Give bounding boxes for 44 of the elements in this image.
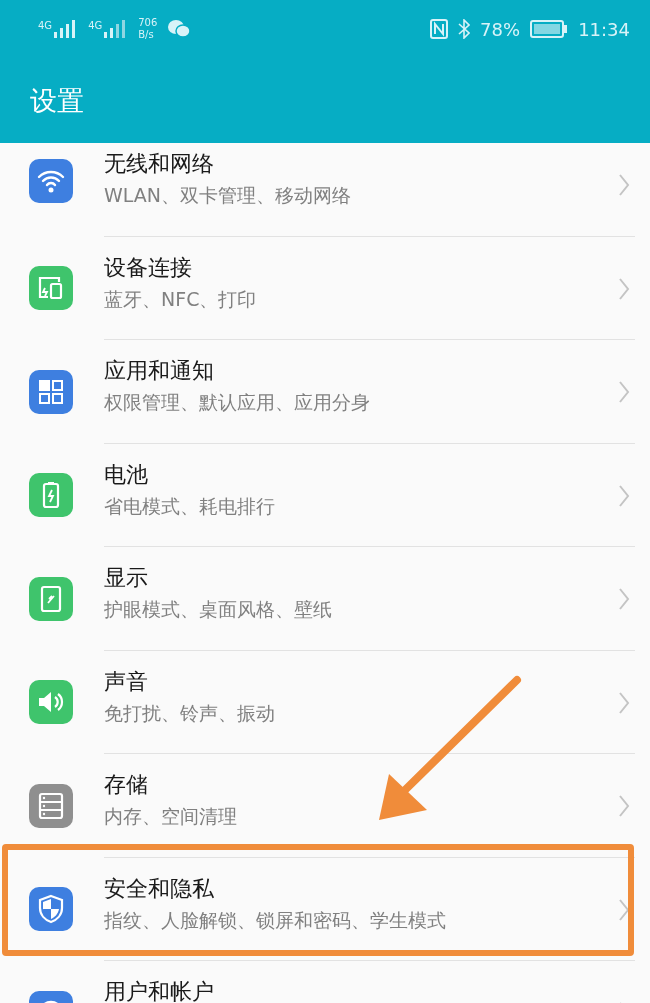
chevron-right-icon: [618, 173, 630, 197]
item-title: 安全和隐私: [104, 876, 214, 901]
battery-percent: 78%: [480, 18, 521, 40]
network-label: 4G: [88, 20, 103, 31]
chevron-right-icon: [618, 587, 630, 611]
settings-item[interactable]: 声音 免打扰、铃声、振动: [0, 650, 650, 754]
settings-item[interactable]: 安全和隐私 指纹、人脸解锁、锁屏和密码、学生模式: [0, 857, 650, 961]
settings-item[interactable]: 电池 省电模式、耗电排行: [0, 443, 650, 547]
item-title: 用户和帐户: [104, 980, 214, 1003]
settings-item[interactable]: 设备连接 蓝牙、NFC、打印: [0, 236, 650, 340]
speed-value: 706: [138, 17, 158, 29]
item-subtitle: 省电模式、耗电排行: [104, 494, 275, 518]
chat-icon: [167, 19, 192, 39]
settings-item[interactable]: 显示 护眼模式、桌面风格、壁纸: [0, 547, 650, 651]
item-title: 声音: [104, 669, 148, 694]
chevron-right-icon: [618, 276, 630, 301]
item-title: 设备连接: [104, 255, 192, 280]
chevron-right-icon: [618, 380, 630, 404]
item-subtitle: 指纹、人脸解锁、锁屏和密码、学生模式: [104, 908, 446, 932]
chevron-right-icon: [618, 794, 630, 818]
item-subtitle: WLAN、双卡管理、移动网络: [104, 184, 352, 207]
battery-icon: [530, 20, 569, 38]
page-title: 设置: [30, 83, 84, 118]
chevron-right-icon: [618, 897, 630, 922]
bluetooth-icon: [458, 19, 471, 39]
nfc-icon: [430, 19, 449, 39]
network-label: 4G: [38, 20, 53, 31]
item-subtitle: 蓝牙、NFC、打印: [104, 287, 257, 311]
settings-item[interactable]: 无线和网络 WLAN、双卡管理、移动网络: [0, 143, 650, 237]
chevron-right-icon: [618, 690, 630, 715]
clock: 11:34: [578, 18, 630, 40]
item-title: 显示: [104, 566, 148, 591]
item-subtitle: 内存、空间清理: [104, 805, 237, 828]
item-subtitle: 权限管理、默认应用、应用分身: [104, 391, 370, 414]
chevron-right-icon: [618, 483, 630, 508]
item-title: 电池: [104, 462, 148, 487]
settings-item[interactable]: 用户和帐户: [0, 961, 650, 1003]
item-subtitle: 免打扰、铃声、振动: [104, 701, 275, 725]
settings-item[interactable]: 应用和通知 权限管理、默认应用、应用分身: [0, 340, 650, 444]
item-title: 应用和通知: [104, 359, 214, 384]
item-title: 存储: [104, 773, 148, 798]
item-title: 无线和网络: [104, 152, 214, 177]
speed-unit: B/s: [138, 29, 155, 41]
item-subtitle: 护眼模式、桌面风格、壁纸: [104, 598, 332, 621]
